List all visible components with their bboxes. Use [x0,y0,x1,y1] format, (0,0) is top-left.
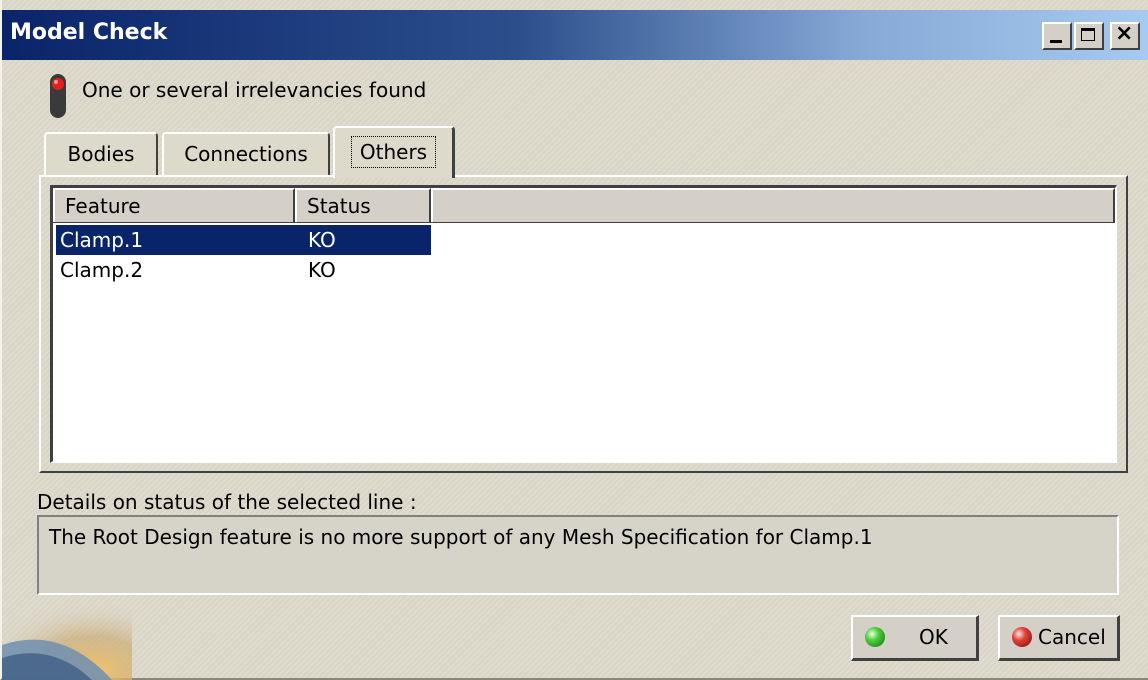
model-check-dialog: Model Check × One or several irrelevanci… [0,0,1148,680]
red-ball-icon [1012,627,1032,647]
tab-connections[interactable]: Connections [162,132,330,176]
details-label: Details on status of the selected line : [37,490,417,514]
feature-cell: Clamp.1 [60,228,144,252]
app-logo-decoration [2,600,132,680]
traffic-light-red-icon [50,74,66,118]
tab-label: Others [350,136,437,168]
cancel-button[interactable]: Cancel [998,615,1120,661]
tab-label: Bodies [67,142,135,166]
tab-others[interactable]: Others [333,126,455,178]
window-title: Model Check [10,20,168,45]
close-button[interactable]: × [1110,21,1140,50]
cancel-label: Cancel [1038,625,1106,649]
ok-label: OK [919,625,948,649]
column-header-filler [431,188,1115,222]
maximize-button[interactable] [1074,22,1104,50]
feature-status-list[interactable]: Feature Status Clamp.1 KO Clamp.2 KO [50,185,1117,463]
minimize-icon [1050,40,1062,43]
maximize-icon [1081,28,1095,41]
details-textbox[interactable]: The Root Design feature is no more suppo… [37,515,1119,595]
column-header-feature[interactable]: Feature [53,188,295,222]
minimize-button[interactable] [1042,22,1072,50]
status-cell: KO [308,228,336,252]
tab-label: Connections [184,142,308,166]
close-icon: × [1115,21,1134,46]
table-row[interactable]: Clamp.2 KO [56,255,431,285]
status-cell: KO [308,258,336,282]
title-bar[interactable]: Model Check × [2,10,1148,60]
tab-bodies[interactable]: Bodies [44,132,158,176]
status-message: One or several irrelevancies found [82,78,427,102]
list-header: Feature Status [53,188,1115,223]
ok-button[interactable]: OK [851,615,979,661]
green-ball-icon [865,627,885,647]
column-header-status[interactable]: Status [295,188,431,222]
table-row[interactable]: Clamp.1 KO [56,225,431,255]
feature-cell: Clamp.2 [60,258,144,282]
